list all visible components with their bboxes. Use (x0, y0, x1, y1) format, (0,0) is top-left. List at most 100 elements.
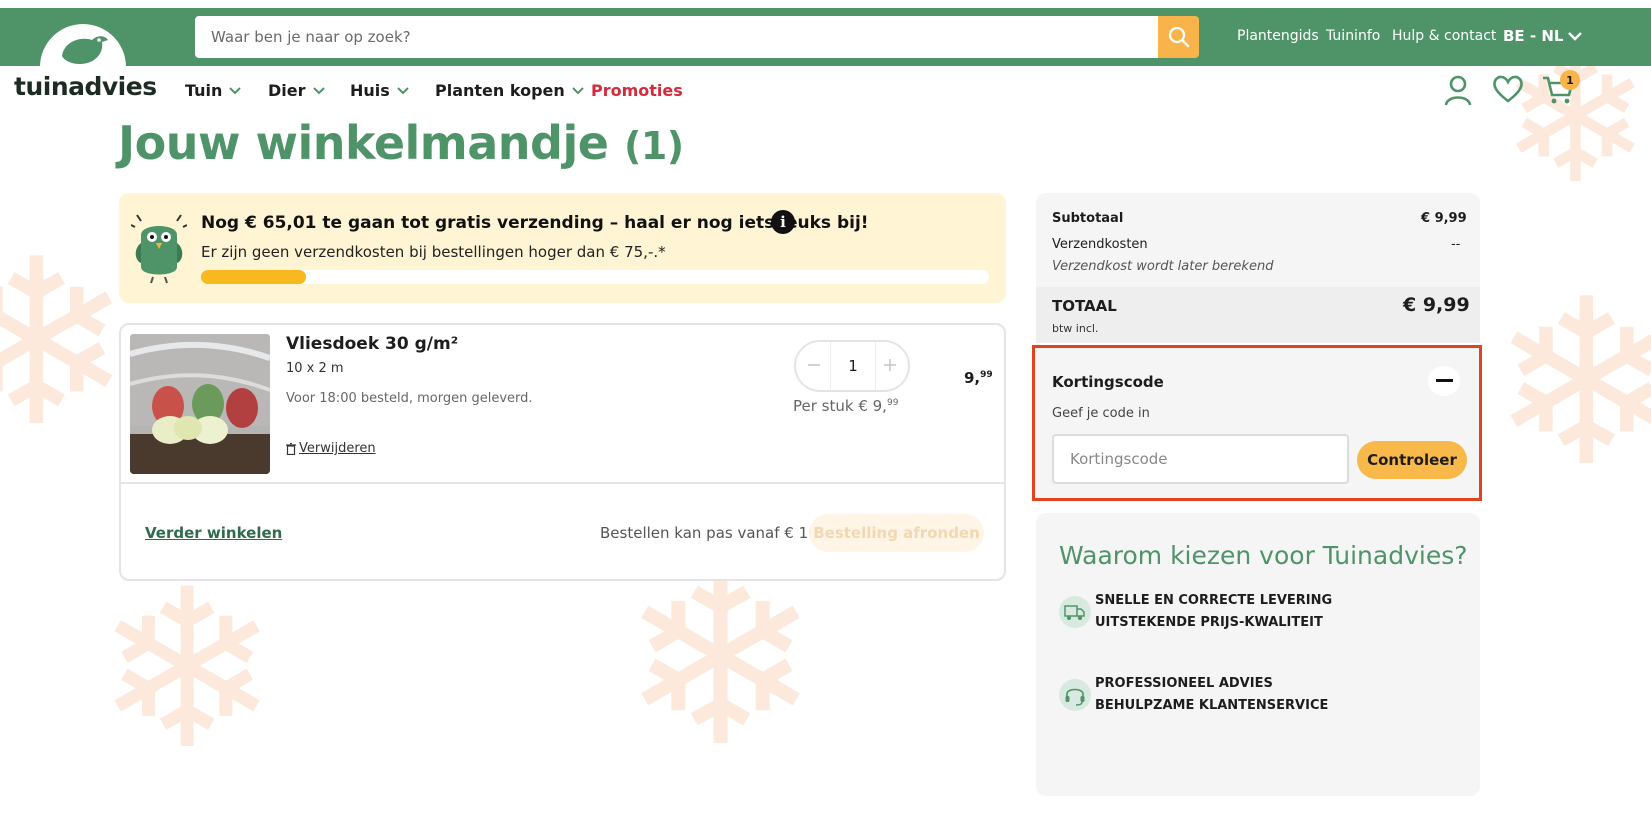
shipping-progress-fill (201, 270, 306, 284)
usp-text: SNELLE EN CORRECTE LEVERING UITSTEKENDE … (1095, 590, 1332, 634)
total-value: € 9,99 (1403, 294, 1470, 316)
account-icon[interactable] (1443, 74, 1473, 106)
checkout-button[interactable]: Bestelling afronden (809, 514, 984, 552)
continue-shopping-link[interactable]: Verder winkelen (145, 524, 282, 542)
page-title-text: Jouw winkelmandje (118, 116, 609, 170)
headset-icon (1059, 679, 1091, 711)
shipping-title: Nog € 65,01 te gaan tot gratis verzendin… (201, 213, 869, 233)
mascot-bird-icon (131, 214, 187, 284)
trash-icon (286, 442, 296, 455)
plus-icon (884, 359, 896, 371)
remove-button[interactable]: Verwijderen (286, 441, 376, 456)
top-link-plantengids[interactable]: Plantengids (1237, 28, 1319, 44)
vat-note: btw incl. (1052, 322, 1099, 335)
nav-label: Tuin (185, 81, 223, 100)
nav-label: Huis (350, 81, 390, 100)
quantity-value: 1 (848, 357, 858, 375)
shipping-label: Verzendkosten (1052, 237, 1148, 252)
search-input[interactable]: Waar ben je naar op zoek? (195, 16, 1198, 58)
discount-title: Kortingscode (1052, 373, 1164, 391)
usp-line: SNELLE EN CORRECTE LEVERING (1095, 593, 1333, 608)
nav-label: Dier (268, 81, 306, 100)
language-selector[interactable]: BE - NL (1503, 27, 1583, 45)
nav-item-promoties[interactable]: Promoties (591, 81, 683, 100)
unit-price: Per stuk € 9,99 (793, 397, 898, 415)
logo-text[interactable]: tuinadvies (14, 72, 157, 101)
truck-icon (1059, 596, 1091, 628)
usp-item: PROFESSIONEEL ADVIES BEHULPZAME KLANTENS… (1059, 673, 1328, 717)
remove-label: Verwijderen (299, 441, 376, 456)
usp-line: PROFESSIONEEL ADVIES (1095, 676, 1273, 691)
cart-count-badge: 1 (1560, 70, 1580, 90)
check-code-label: Controleer (1367, 451, 1457, 469)
snowflake-decoration: ❄ (95, 542, 280, 798)
top-strip (0, 0, 1651, 8)
card-divider (121, 482, 1004, 484)
shipping-note: Verzendkost wordt later berekend (1052, 259, 1274, 274)
discount-code-panel: Kortingscode Geef je code in Kortingscod… (1032, 345, 1482, 501)
unit-price-label: Per stuk € 9, (793, 397, 887, 415)
page-title-count: (1) (623, 124, 684, 168)
usp-line: UITSTEKENDE PRIJS-KWALITEIT (1095, 615, 1323, 630)
nav-label: Planten kopen (435, 81, 565, 100)
why-tuinadvies-panel: Waarom kiezen voor Tuinadvies? SNELLE EN… (1036, 513, 1480, 796)
search-button[interactable] (1158, 16, 1199, 58)
shipping-subtitle: Er zijn geen verzendkosten bij bestellin… (201, 243, 666, 261)
bird-logo-icon[interactable] (58, 30, 110, 72)
subtotal-label: Subtotaal (1052, 211, 1124, 226)
cart-page: ❄ ❄ ❄ ❄ ❄ Waar ben je naar op zoek? Plan… (0, 0, 1651, 836)
quantity-input[interactable]: 1 (830, 342, 876, 390)
page-title: Jouw winkelmandje (1) (118, 116, 684, 170)
unit-price-cents: 99 (886, 398, 899, 408)
nav-item-dier[interactable]: Dier (268, 81, 326, 100)
usp-line: BEHULPZAME KLANTENSERVICE (1095, 698, 1329, 713)
quantity-increase-button[interactable] (878, 353, 902, 377)
quantity-stepper: 1 (794, 340, 910, 392)
nav-item-huis[interactable]: Huis (350, 81, 410, 100)
language-label: BE - NL (1503, 27, 1564, 45)
chevron-down-icon (312, 86, 325, 94)
delivery-note: Voor 18:00 besteld, morgen geleverd. (286, 391, 533, 406)
top-link-hulp-contact[interactable]: Hulp & contact (1392, 28, 1496, 44)
product-size: 10 x 2 m (286, 361, 344, 376)
info-glyph: i (780, 213, 786, 231)
product-photo (130, 334, 270, 474)
chevron-down-icon (397, 86, 409, 94)
discount-input-placeholder: Kortingscode (1070, 450, 1168, 468)
why-title: Waarom kiezen voor Tuinadvies? (1059, 541, 1468, 570)
search-icon (1168, 26, 1189, 48)
check-code-button[interactable]: Controleer (1357, 441, 1467, 479)
checkout-label: Bestelling afronden (813, 524, 980, 542)
nav-item-planten-kopen[interactable]: Planten kopen (435, 81, 585, 100)
minus-icon (808, 364, 820, 366)
quantity-decrease-button[interactable] (802, 353, 826, 377)
product-name[interactable]: Vliesdoek 30 g/m² (286, 334, 458, 354)
line-total-price: 9,99 (964, 369, 993, 387)
chevron-down-icon (1568, 32, 1583, 41)
total-label: TOTAAL (1052, 297, 1117, 315)
chevron-down-icon (572, 86, 584, 94)
nav-item-tuin[interactable]: Tuin (185, 81, 242, 100)
nav-label: Promoties (591, 81, 683, 100)
info-icon[interactable]: i (771, 210, 795, 234)
discount-code-input[interactable]: Kortingscode (1052, 434, 1349, 484)
usp-text: PROFESSIONEEL ADVIES BEHULPZAME KLANTENS… (1095, 673, 1328, 717)
search-placeholder: Waar ben je naar op zoek? (211, 28, 411, 46)
snowflake-decoration: ❄ (1490, 251, 1651, 518)
line-price-cents: 99 (980, 370, 993, 380)
usp-item: SNELLE EN CORRECTE LEVERING UITSTEKENDE … (1059, 590, 1332, 634)
shipping-value: -- (1451, 237, 1461, 252)
cart-card: Vliesdoek 30 g/m² 10 x 2 m Voor 18:00 be… (119, 323, 1006, 581)
top-link-tuininfo[interactable]: Tuininfo (1326, 28, 1380, 44)
shipping-progress-bar (201, 270, 989, 284)
subtotal-value: € 9,99 (1421, 211, 1467, 226)
chevron-down-icon (229, 86, 242, 94)
minus-icon (1436, 379, 1453, 382)
wishlist-heart-icon[interactable] (1492, 74, 1524, 104)
product-image[interactable] (130, 334, 270, 474)
snowflake-decoration: ❄ (0, 211, 133, 478)
minimum-order-note: Bestellen kan pas vanaf € 10 (600, 524, 818, 542)
free-shipping-banner: Nog € 65,01 te gaan tot gratis verzendin… (119, 193, 1006, 303)
line-price-main: 9, (964, 369, 981, 387)
discount-subtitle: Geef je code in (1052, 406, 1150, 421)
